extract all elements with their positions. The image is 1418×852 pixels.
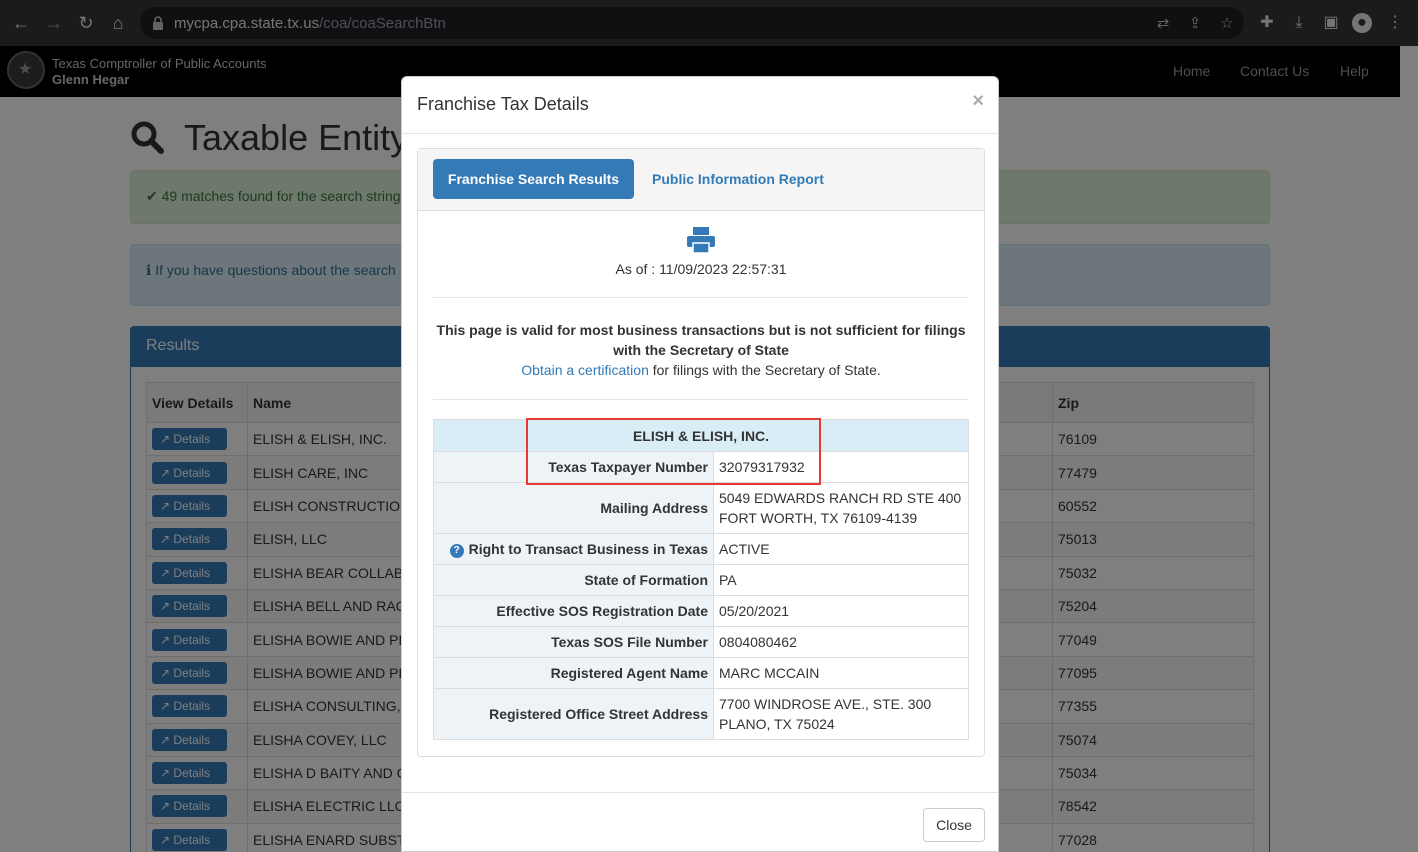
detail-value-line: 5049 EDWARDS RANCH RD STE 400 (719, 490, 962, 506)
detail-value: MARC MCCAIN (713, 657, 969, 689)
detail-label-text: Effective SOS Registration Date (496, 603, 708, 619)
detail-value: 5049 EDWARDS RANCH RD STE 400 FORT WORTH,… (713, 482, 969, 534)
help-icon[interactable]: ? (449, 543, 464, 558)
detail-value: 7700 WINDROSE AVE., STE. 300 PLANO, TX 75… (713, 688, 969, 740)
modal-title: Franchise Tax Details (417, 94, 589, 114)
validity-note-bold: This page is valid for most business tra… (436, 322, 966, 358)
detail-label: Registered Agent Name (433, 657, 714, 689)
detail-label-text: Mailing Address (600, 500, 708, 516)
detail-label: Mailing Address (433, 482, 714, 534)
detail-row: Mailing Address 5049 EDWARDS RANCH RD STE… (433, 482, 969, 534)
highlight-box (526, 418, 821, 485)
detail-value-line: MARC MCCAIN (719, 665, 820, 681)
tab-public-information-report[interactable]: Public Information Report (652, 171, 824, 187)
detail-row: Registered Agent Name MARC MCCAIN (433, 657, 969, 689)
detail-value: 05/20/2021 (713, 595, 969, 627)
detail-value-line: 05/20/2021 (719, 603, 790, 619)
detail-row: Texas SOS File Number 0804080462 (433, 626, 969, 658)
as-of-timestamp: As of : 11/09/2023 22:57:31 (615, 261, 787, 277)
divider (402, 133, 998, 134)
validity-note: This page is valid for most business tra… (433, 320, 969, 380)
detail-label: Texas SOS File Number (433, 626, 714, 658)
close-icon[interactable]: × (972, 90, 984, 113)
tab-bar: Franchise Search Results Public Informat… (418, 149, 984, 211)
tab-franchise-search-results[interactable]: Franchise Search Results (433, 159, 634, 199)
detail-value: 0804080462 (713, 626, 969, 658)
close-button[interactable]: Close (923, 808, 985, 842)
printer-icon[interactable] (686, 226, 716, 254)
detail-value: PA (713, 564, 969, 596)
detail-row: Effective SOS Registration Date 05/20/202… (433, 595, 969, 627)
detail-value-line: PA (719, 572, 737, 588)
validity-note-rest: for filings with the Secretary of State. (648, 362, 881, 378)
detail-row: ? Right to Transact Business in Texas ACTI… (433, 533, 969, 565)
detail-label: Registered Office Street Address (433, 688, 714, 740)
detail-value-line: PLANO, TX 75024 (719, 716, 835, 732)
detail-row: State of Formation PA (433, 564, 969, 596)
divider (433, 399, 969, 400)
detail-value-line: ACTIVE (719, 541, 770, 557)
divider (402, 792, 998, 793)
detail-label: ? Right to Transact Business in Texas (433, 533, 714, 565)
detail-value: ACTIVE (713, 533, 969, 565)
detail-label-text: Right to Transact Business in Texas (468, 540, 708, 557)
divider (433, 297, 969, 298)
detail-label-text: State of Formation (584, 572, 708, 588)
detail-value-line: FORT WORTH, TX 76109-4139 (719, 510, 918, 526)
detail-label-text: Registered Agent Name (550, 665, 708, 681)
detail-value-line: 0804080462 (719, 634, 797, 650)
detail-value-line: 7700 WINDROSE AVE., STE. 300 (719, 696, 932, 712)
obtain-certification-link[interactable]: Obtain a certification (521, 362, 649, 378)
detail-label-text: Texas SOS File Number (551, 634, 708, 650)
detail-label-text: Registered Office Street Address (489, 706, 708, 722)
detail-label: State of Formation (433, 564, 714, 596)
detail-row: Registered Office Street Address 7700 WIN… (433, 688, 969, 740)
detail-label: Effective SOS Registration Date (433, 595, 714, 627)
